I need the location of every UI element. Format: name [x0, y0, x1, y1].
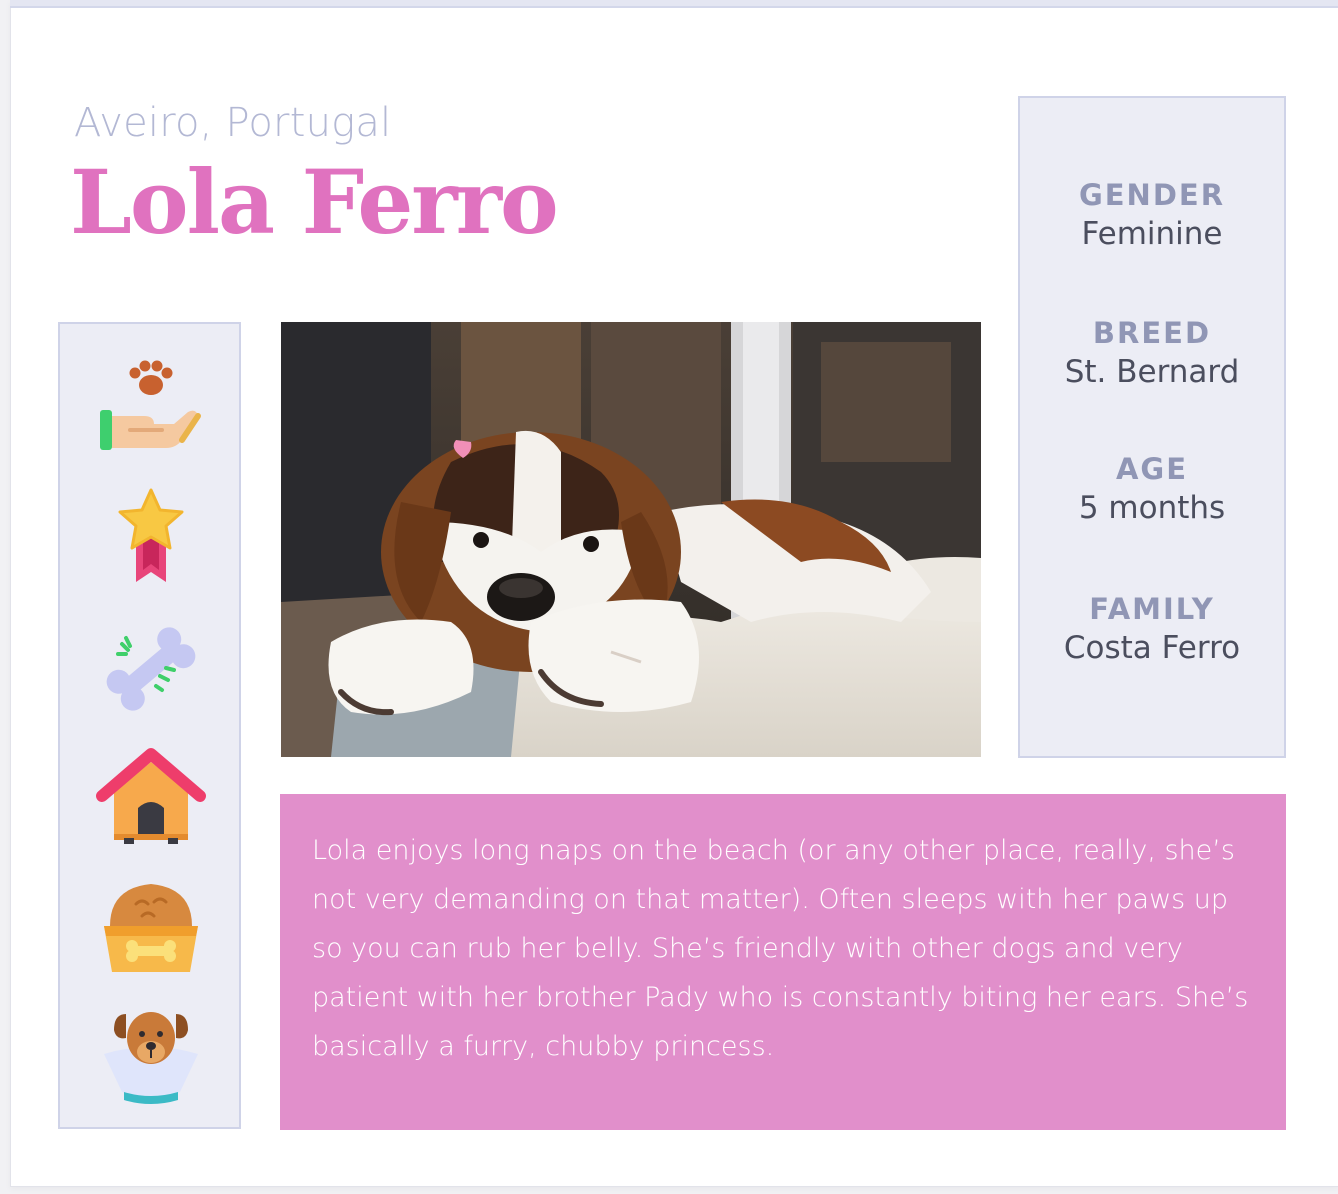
location-text: Aveiro, Portugal [74, 100, 392, 146]
breed-field: BREED St. Bernard [1020, 316, 1284, 390]
pet-details-panel: GENDER Feminine BREED St. Bernard AGE 5 … [1018, 96, 1286, 758]
breed-value: St. Bernard [1064, 354, 1240, 390]
dog-house-icon [96, 748, 206, 844]
gender-field: GENDER Feminine [1020, 178, 1284, 252]
family-label: FAMILY [1089, 592, 1215, 626]
family-value: Costa Ferro [1063, 630, 1241, 666]
pet-name-title: Lola Ferro [70, 150, 559, 254]
bio-text: Lola enjoys long naps on the beach (or a… [312, 835, 1249, 1062]
pet-care-hand-icon [100, 360, 201, 450]
award-ribbon-star-icon [118, 488, 184, 582]
top-border [10, 0, 1338, 8]
pet-photo [281, 322, 981, 757]
icon-rail [58, 322, 241, 1129]
pet-food-bowl-icon [104, 884, 198, 972]
age-value: 5 months [1078, 490, 1226, 526]
bone-icon [106, 627, 196, 711]
gender-value: Feminine [1081, 216, 1223, 252]
age-label: AGE [1115, 452, 1189, 486]
st-bernard-puppy-image [281, 322, 981, 757]
gender-label: GENDER [1078, 178, 1226, 212]
bio-panel: Lola enjoys long naps on the beach (or a… [280, 794, 1286, 1130]
dog-with-cone-icon [104, 1012, 198, 1104]
family-field: FAMILY Costa Ferro [1020, 592, 1284, 666]
age-field: AGE 5 months [1020, 452, 1284, 526]
breed-label: BREED [1092, 316, 1212, 350]
